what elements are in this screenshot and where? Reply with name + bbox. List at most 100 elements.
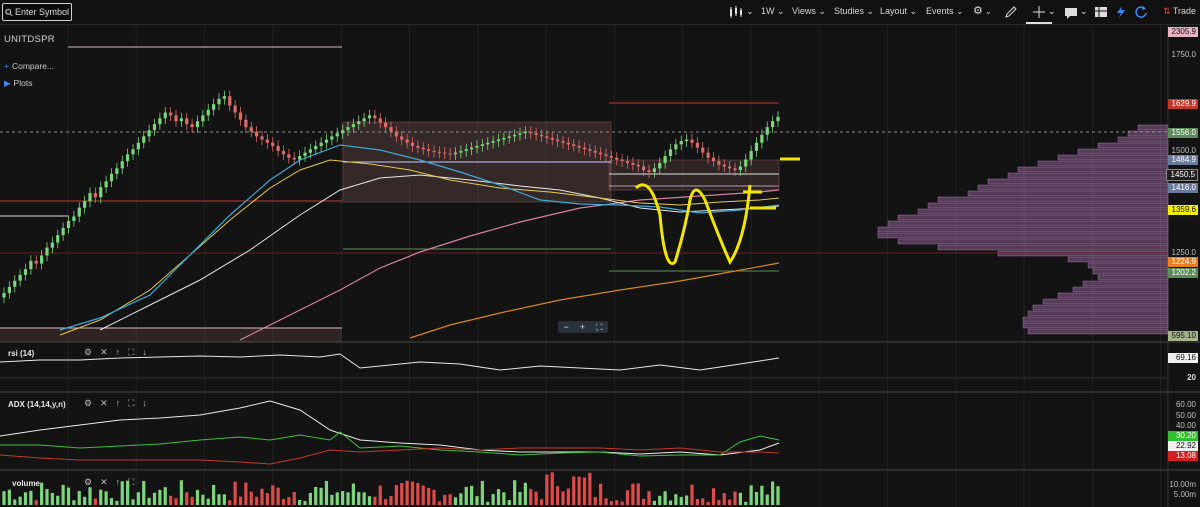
volume-bar <box>668 500 673 505</box>
volume-bar <box>733 491 737 505</box>
rsi-pane-controls[interactable]: ⚙✕↑⛶↓ <box>84 347 155 358</box>
volume-profile-bar <box>897 214 1169 221</box>
volume-bar <box>238 496 243 505</box>
volume-bar <box>7 489 11 505</box>
rsi-pane-label: rsi (14) <box>8 349 35 358</box>
zoom-control[interactable]: − + ⛶ <box>558 321 608 333</box>
price-tick: 1500.0 <box>1171 146 1196 155</box>
candle <box>341 130 345 134</box>
volume-bar <box>314 487 318 505</box>
price-chart[interactable] <box>0 25 1200 507</box>
candle <box>550 137 554 140</box>
top-toolbar: ⌄ 1W ⌄ Views ⌄ Studies ⌄ Layout ⌄ Events… <box>0 0 1200 25</box>
candle <box>776 116 780 122</box>
candle <box>23 269 28 275</box>
pencil-icon[interactable] <box>1004 5 1018 19</box>
volume-bar <box>604 498 608 505</box>
candle <box>389 127 393 132</box>
candle <box>545 136 549 138</box>
candle <box>319 142 323 146</box>
trade-button[interactable]: ⇅ Trade <box>1163 6 1196 17</box>
volume-bar <box>45 489 49 505</box>
volume-bar <box>539 499 544 505</box>
candle <box>77 207 81 217</box>
volume-bar <box>722 493 726 505</box>
candle <box>722 164 726 167</box>
plots-button[interactable]: ▶ Plots <box>4 78 32 89</box>
candle <box>728 166 732 169</box>
candle <box>120 161 124 169</box>
candle <box>115 168 119 174</box>
volume-bar <box>83 496 87 505</box>
candle <box>330 136 334 140</box>
candle <box>292 157 296 160</box>
comment-icon[interactable] <box>1064 5 1078 19</box>
table-icon[interactable] <box>1094 5 1108 19</box>
candle <box>99 187 103 198</box>
volume-bar <box>249 491 253 505</box>
search-input[interactable] <box>13 7 71 17</box>
candle <box>357 121 361 125</box>
zoom-in-button[interactable]: + <box>580 322 585 332</box>
layout-menu[interactable]: Layout ⌄ <box>880 6 917 17</box>
volume-bar <box>674 494 678 505</box>
candle <box>679 141 683 145</box>
candle <box>88 193 92 202</box>
chevron-down-icon[interactable]: ⌄ <box>1048 6 1056 17</box>
volume-bar <box>636 483 640 505</box>
volume-pane-label: volume <box>12 479 41 488</box>
gear-icon[interactable]: ⚙ ⌄ <box>973 4 992 17</box>
caret-right-icon: ▶ <box>4 78 11 88</box>
interval-dropdown[interactable]: 1W ⌄ <box>761 6 785 17</box>
volume-bar <box>711 488 716 505</box>
volume-bar <box>271 485 275 505</box>
zoom-out-button[interactable]: − <box>564 322 569 332</box>
volume-pane-controls[interactable]: ⚙✕↑⛶ <box>84 477 142 488</box>
candle <box>690 139 694 143</box>
candle <box>335 133 339 137</box>
lightning-icon[interactable] <box>1114 5 1128 19</box>
volume-profile-bar <box>1032 304 1169 311</box>
volume-profile-bar <box>897 238 1169 245</box>
volume-bar <box>491 494 495 505</box>
volume-bar <box>679 496 683 505</box>
volume-bar <box>185 492 189 505</box>
symbol-search[interactable] <box>2 3 72 21</box>
volume-profile-bar <box>877 226 1169 233</box>
candle <box>754 142 759 151</box>
volume-bar <box>534 491 538 505</box>
volume-bar <box>760 485 764 505</box>
adx-tag: 22.92 <box>1168 441 1198 451</box>
adx-pane-controls[interactable]: ⚙✕↑⛶↓ <box>84 398 155 409</box>
volume-bar <box>625 490 630 505</box>
views-menu[interactable]: Views ⌄ <box>792 6 826 17</box>
volume-profile-bar <box>1117 136 1169 143</box>
fit-screen-icon[interactable]: ⛶ <box>596 322 602 333</box>
candle <box>147 130 151 137</box>
chevron-down-icon[interactable]: ⌄ <box>746 6 754 17</box>
volume-bar <box>281 499 286 505</box>
volume-profile-bar <box>887 220 1169 227</box>
candles-icon[interactable] <box>729 5 743 19</box>
crosshair-icon[interactable] <box>1032 5 1046 19</box>
chevron-down-icon[interactable]: ⌄ <box>1080 6 1088 17</box>
candle <box>7 286 11 293</box>
events-menu[interactable]: Events ⌄ <box>926 6 964 17</box>
volume-bar <box>335 492 339 505</box>
volume-bar <box>556 486 560 505</box>
volume-bar <box>2 491 6 505</box>
volume-bar <box>228 500 232 505</box>
candle <box>56 235 60 243</box>
volume-bar <box>695 498 699 505</box>
volume-bar <box>319 487 323 505</box>
volume-bar <box>158 489 162 505</box>
volume-profile-bar <box>1027 310 1169 317</box>
candle <box>582 147 587 150</box>
studies-menu[interactable]: Studies ⌄ <box>834 6 874 17</box>
candle <box>34 260 38 264</box>
candle <box>298 156 302 160</box>
volume-bar <box>195 489 200 505</box>
refresh-icon[interactable] <box>1134 5 1148 19</box>
candle <box>158 118 162 125</box>
compare-button[interactable]: + Compare... <box>4 61 54 71</box>
